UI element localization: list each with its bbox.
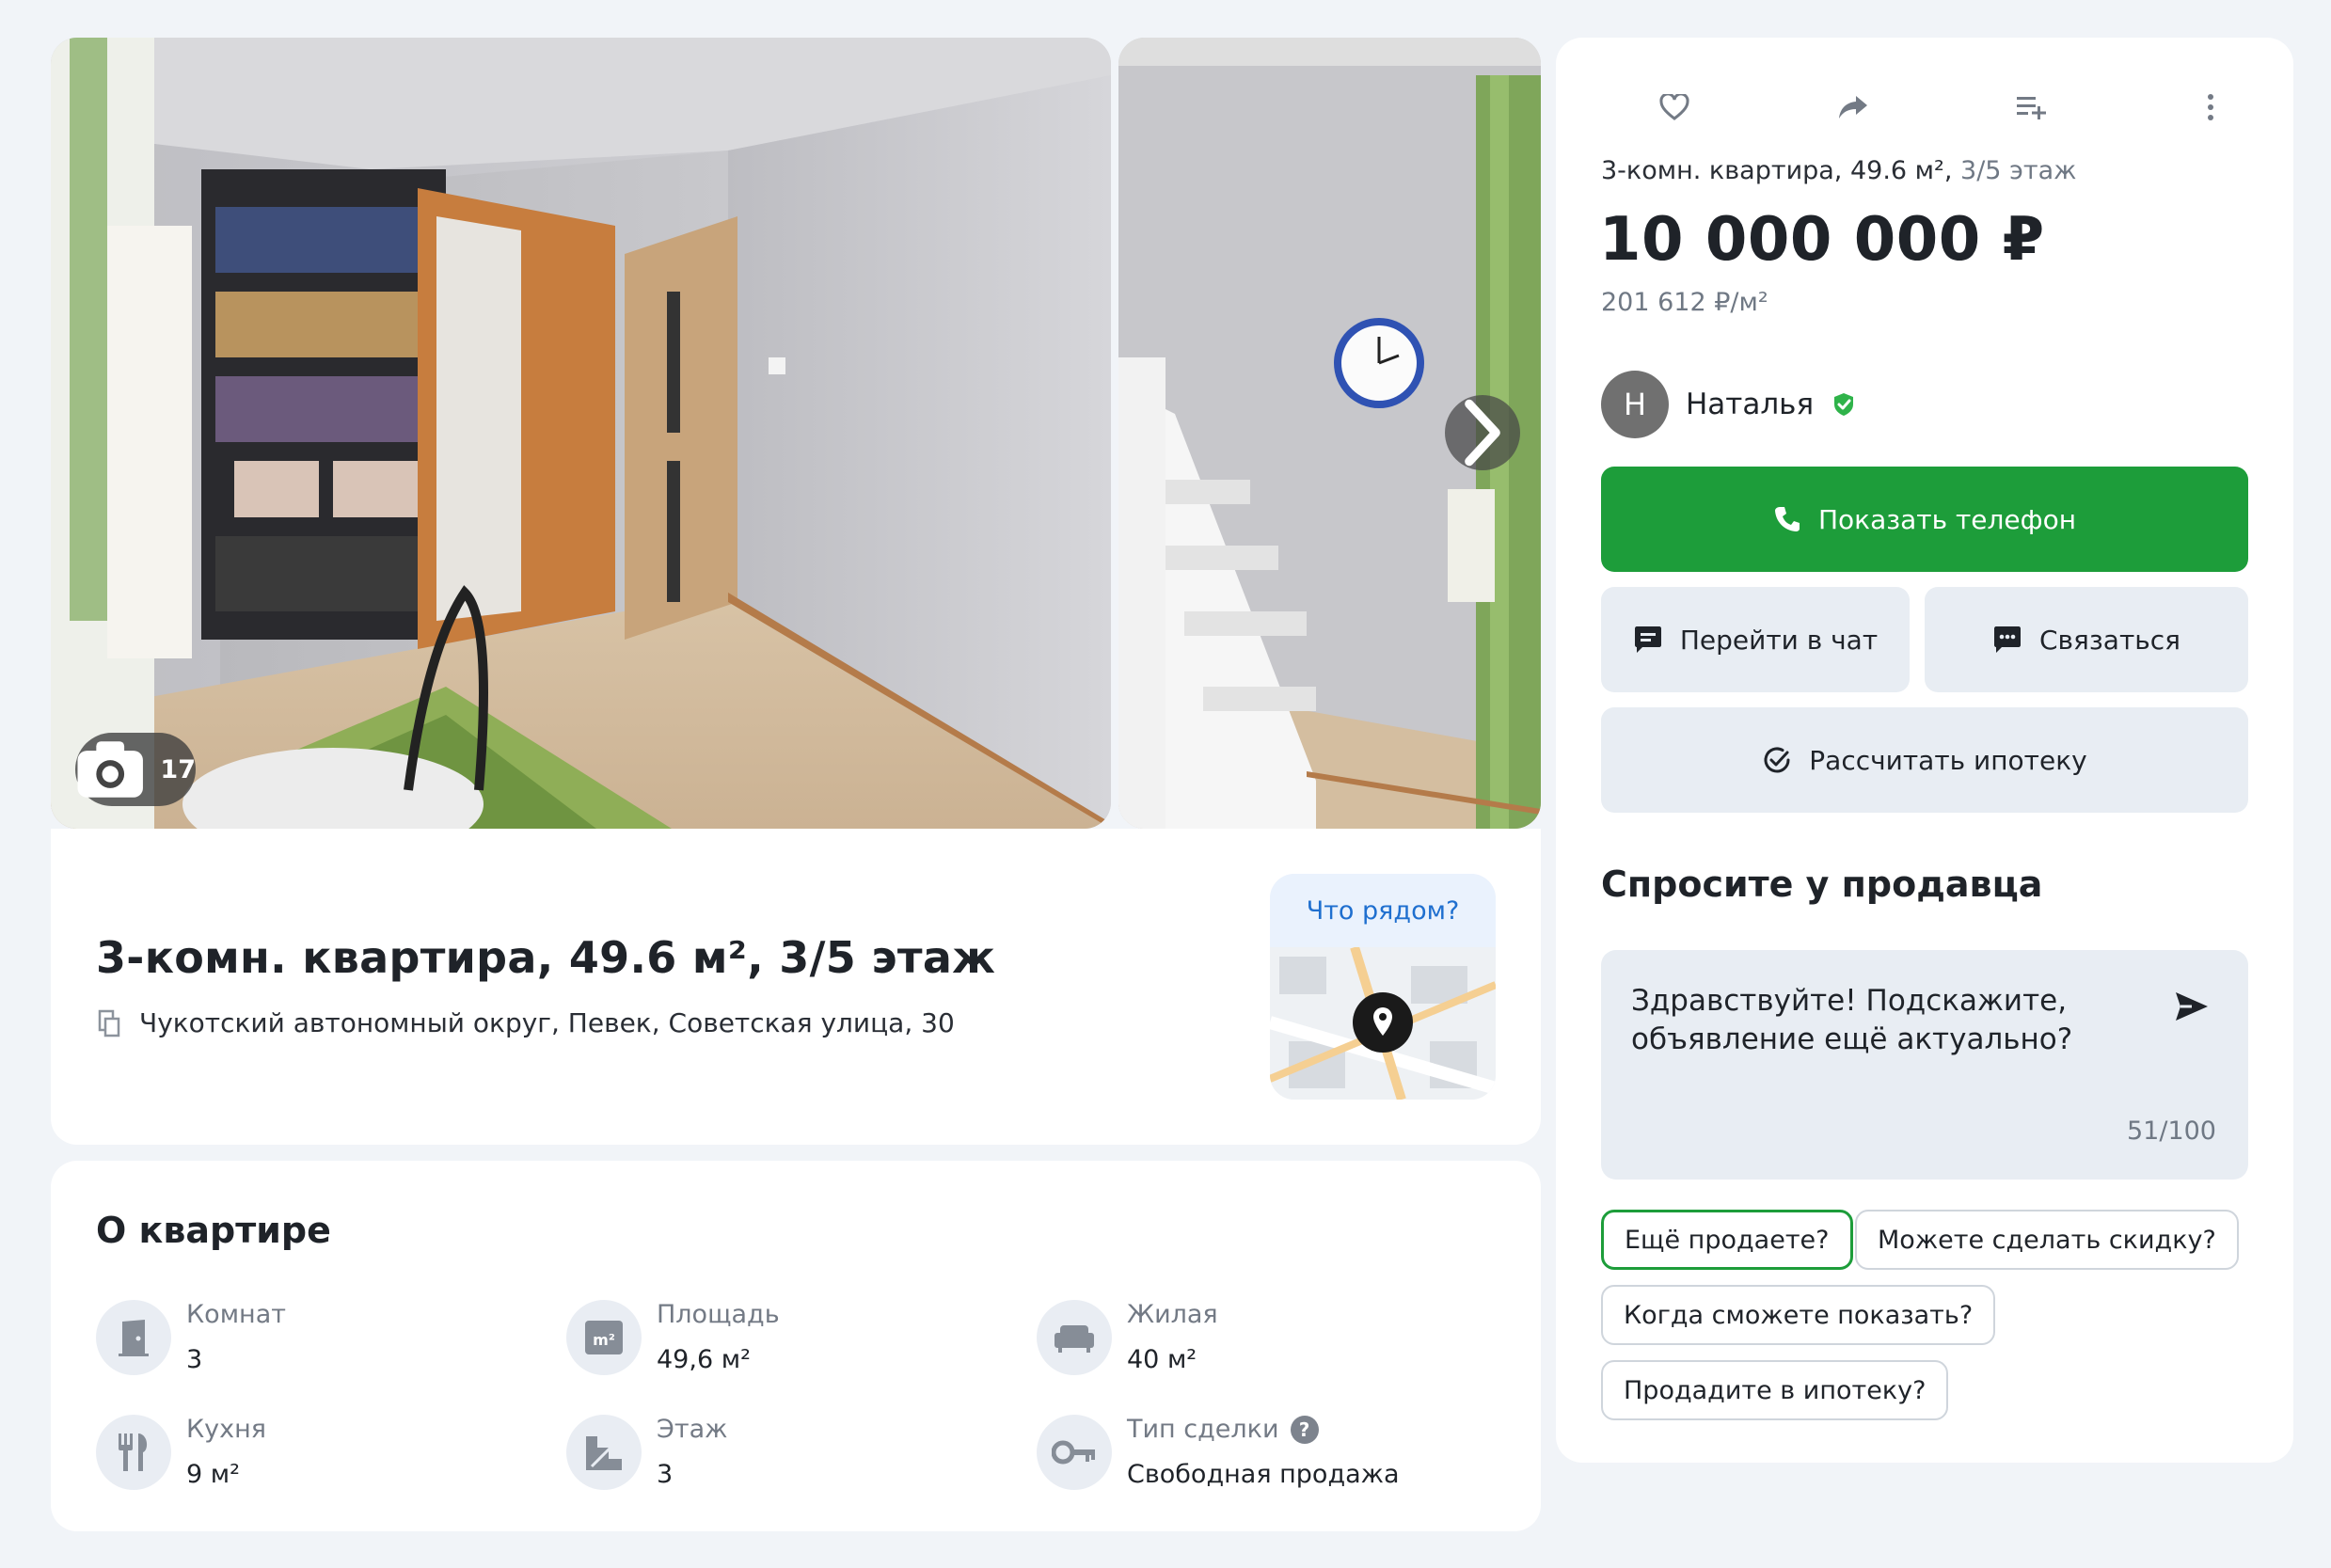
photo-count: 17 — [160, 754, 196, 784]
quick-question-chip[interactable]: Продадите в ипотеку? — [1601, 1360, 1949, 1420]
nearby-link[interactable]: Что рядом? — [1270, 874, 1496, 947]
message-counter: 51/100 — [2127, 1117, 2216, 1146]
go-to-chat-button[interactable]: Перейти в чат — [1601, 587, 1910, 692]
show-phone-button[interactable]: Показать телефон — [1601, 467, 2248, 572]
offer-side-panel: 3-комн. квартира, 49.6 м², 3/5 этаж 10 0… — [1556, 38, 2293, 1463]
fork-knife-icon — [96, 1415, 171, 1490]
camera-icon — [77, 741, 143, 798]
feature-deal-type: Тип сделки ? Свободная продажа — [1037, 1415, 1507, 1509]
feature-label: Площадь — [657, 1300, 780, 1329]
feature-value: 9 м² — [186, 1460, 240, 1489]
feature-label: Этаж — [657, 1415, 728, 1444]
photo-gallery: 17 — [51, 38, 1541, 829]
feature-label: Комнат — [186, 1300, 286, 1329]
chat-icon — [1634, 626, 1661, 653]
key-icon — [1037, 1415, 1112, 1490]
feature-living-area: Жилая 40 м² — [1037, 1300, 1507, 1394]
show-phone-label: Показать телефон — [1817, 503, 2077, 535]
second-photo[interactable] — [1118, 38, 1541, 829]
quick-question-chip[interactable]: Ещё продаете? — [1601, 1210, 1853, 1270]
main-photo[interactable]: 17 — [51, 38, 1111, 829]
favorite-button[interactable] — [1646, 79, 1703, 135]
offer-summary: 3-комн. квартира, 49.6 м², 3/5 этаж — [1601, 156, 2076, 185]
contact-button[interactable]: Связаться — [1925, 587, 2248, 692]
feature-label: Жилая — [1127, 1300, 1218, 1329]
feature-kitchen: Кухня 9 м² — [96, 1415, 566, 1509]
feature-value: 40 м² — [1127, 1345, 1197, 1374]
verified-badge-icon — [1834, 393, 1854, 416]
deal-type-label: Тип сделки — [1127, 1415, 1279, 1444]
compare-button[interactable] — [2004, 79, 2060, 135]
more-menu-button[interactable] — [2182, 79, 2239, 135]
feature-floor: Этаж 3 — [566, 1415, 1037, 1509]
listing-header-card: 3-комн. квартира, 49.6 м², 3/5 этаж Чуко… — [51, 829, 1541, 1145]
avatar: Н — [1601, 371, 1669, 438]
mortgage-calc-button[interactable]: Рассчитать ипотеку — [1601, 707, 2248, 813]
chevron-right-icon — [1465, 399, 1500, 467]
about-apartment-card: О квартире Комнат 3 m² Площадь 49,6 м² Ж… — [51, 1161, 1541, 1531]
summary-floor: 3/5 этаж — [1960, 156, 2077, 185]
more-vertical-icon — [2208, 94, 2213, 120]
area-m2-icon: m² — [566, 1300, 642, 1375]
quick-question-chip[interactable]: Когда сможете показать? — [1601, 1285, 1996, 1345]
share-button[interactable] — [1825, 79, 1881, 135]
chat-label: Перейти в чат — [1679, 624, 1879, 656]
photo-count-badge[interactable]: 17 — [75, 733, 196, 806]
stairs-icon — [566, 1415, 642, 1490]
price-per-m2: 201 612 ₽/м² — [1601, 288, 1768, 317]
feature-rooms: Комнат 3 — [96, 1300, 566, 1394]
nearby-map-card[interactable]: Что рядом? — [1270, 874, 1496, 1100]
ask-seller-title: Спросите у продавца — [1601, 863, 2043, 905]
seller-name: Наталья — [1686, 388, 1815, 421]
building-icon — [98, 1009, 120, 1037]
price: 10 000 000 ₽ — [1599, 205, 2045, 275]
message-textarea[interactable]: Здравствуйте! Подскажите, объявление ещё… — [1601, 950, 2248, 1180]
check-circle-icon — [1764, 747, 1790, 773]
feature-label: Кухня — [186, 1415, 267, 1444]
send-icon[interactable] — [2173, 988, 2211, 1025]
seller-row[interactable]: Н Наталья — [1601, 371, 1857, 438]
feature-area: m² Площадь 49,6 м² — [566, 1300, 1037, 1394]
share-icon — [1839, 96, 1867, 119]
feature-label: Тип сделки ? — [1127, 1415, 1319, 1444]
address-text[interactable]: Чукотский автономный округ, Певек, Совет… — [139, 1007, 955, 1038]
listing-title: 3-комн. квартира, 49.6 м², 3/5 этаж — [96, 932, 996, 983]
message-dots-icon — [1994, 626, 2021, 653]
action-toolbar — [1556, 79, 2293, 135]
address-row: Чукотский автономный округ, Певек, Совет… — [98, 1007, 955, 1038]
feature-value: 49,6 м² — [657, 1345, 751, 1374]
sofa-icon — [1037, 1300, 1112, 1375]
summary-text: 3-комн. квартира, 49.6 м², — [1601, 156, 1961, 185]
message-text[interactable]: Здравствуйте! Подскажите, объявление ещё… — [1631, 982, 2158, 1059]
door-icon — [96, 1300, 171, 1375]
contact-label: Связаться — [2039, 624, 2180, 656]
svg-text:m²: m² — [593, 1331, 615, 1349]
phone-icon — [1774, 507, 1800, 531]
map-preview — [1270, 947, 1496, 1100]
quick-question-chip[interactable]: Можете сделать скидку? — [1855, 1210, 2239, 1270]
about-title: О квартире — [96, 1210, 331, 1251]
feature-value: 3 — [186, 1345, 203, 1374]
heart-icon — [1659, 94, 1689, 120]
mortgage-label: Рассчитать ипотеку — [1809, 744, 2087, 776]
help-icon[interactable]: ? — [1290, 1415, 1319, 1444]
add-to-list-icon — [2017, 97, 2046, 119]
feature-value: Свободная продажа — [1127, 1460, 1400, 1489]
next-photo-button[interactable] — [1445, 395, 1520, 470]
feature-value: 3 — [657, 1460, 674, 1489]
